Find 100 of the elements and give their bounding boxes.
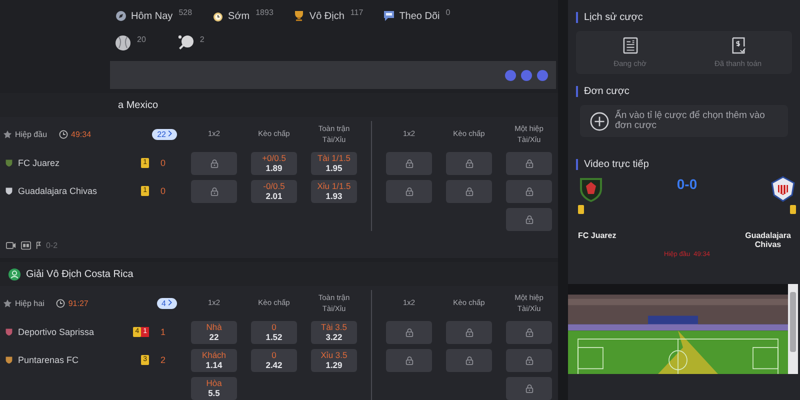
locked-odds-button[interactable] <box>386 180 432 202</box>
locked-odds-button[interactable] <box>506 152 552 174</box>
team-crest-icon <box>5 328 13 336</box>
clock-icon <box>59 130 68 138</box>
receipt-icon[interactable] <box>622 37 638 54</box>
chat-icon <box>383 10 396 22</box>
team-name: FC Juarez <box>578 231 618 240</box>
star-icon[interactable] <box>3 298 12 308</box>
team-score: 2 <box>159 355 166 365</box>
scrollbar[interactable] <box>788 284 798 374</box>
match-period: Hiệp đầu <box>15 130 48 138</box>
section-title: Lịch sử cược <box>576 12 792 23</box>
odds-button[interactable]: 0 1.52 <box>251 320 297 344</box>
count: 20 <box>137 35 146 44</box>
team-score: 0 <box>159 158 166 168</box>
nav-tab[interactable]: Hôm Nay <box>131 8 173 22</box>
alarm-clock-icon <box>212 10 224 22</box>
lock-icon <box>524 214 534 224</box>
nav-tab[interactable]: Sớm <box>228 8 250 22</box>
league-name[interactable]: Giải Vô Địch Costa Rica <box>26 268 134 280</box>
odds-button[interactable]: Khách 1.14 <box>191 348 237 372</box>
section-title: Video trực tiếp <box>576 159 792 170</box>
locked-odds-button[interactable] <box>191 180 237 202</box>
lock-icon <box>404 356 414 364</box>
chevron-right-icon <box>168 130 172 136</box>
locked-odds-button[interactable] <box>506 208 552 230</box>
locked-odds-button[interactable] <box>446 348 492 372</box>
lock-icon <box>524 356 534 364</box>
locked-odds-button[interactable] <box>446 180 492 202</box>
more-markets-button[interactable]: 4 <box>156 298 177 308</box>
locked-odds-button[interactable] <box>386 320 432 344</box>
star-icon[interactable] <box>3 130 12 138</box>
booking-card-icon <box>578 205 584 214</box>
add-icon[interactable] <box>590 112 609 130</box>
locked-odds-button[interactable] <box>506 376 552 400</box>
team-score: 0 <box>159 186 166 196</box>
count: 2 <box>200 35 204 44</box>
count: 117 <box>350 8 364 17</box>
nav-tab[interactable]: Vô Địch <box>309 8 344 22</box>
tennis-ball-icon[interactable] <box>115 35 131 52</box>
count: 1893 <box>256 8 274 17</box>
bet-slip-hint: Ấn vào tỉ lệ cược để chọn thêm vào đơn cược <box>615 111 766 131</box>
booking-card-icon <box>790 205 796 214</box>
lock-icon <box>210 186 218 196</box>
team-score: 1 <box>159 327 166 337</box>
locked-odds-button[interactable] <box>446 152 492 174</box>
table-tennis-icon[interactable] <box>178 35 194 52</box>
odds-button[interactable]: Xỉu 3.5 1.29 <box>311 348 357 372</box>
team-name: Puntarenas FC <box>18 355 79 365</box>
team-crest-icon <box>770 176 796 202</box>
lock-icon <box>524 186 534 196</box>
team-name: Guadalajara Chivas <box>744 231 792 249</box>
locked-odds-button[interactable] <box>506 180 552 202</box>
lock-icon <box>464 356 474 364</box>
league-crest-icon <box>8 268 21 280</box>
match-clock: 49:34 <box>71 130 92 138</box>
lock-icon <box>464 186 474 196</box>
odds-button[interactable]: Xỉu 1/1.5 1.93 <box>311 180 357 202</box>
count: 528 <box>178 8 192 17</box>
match-period: Hiệp hai <box>15 298 44 308</box>
locked-odds-button[interactable] <box>386 152 432 174</box>
lock-icon <box>404 186 414 196</box>
locked-odds-button[interactable] <box>191 152 237 174</box>
odds-button[interactable]: Hòa 5.5 <box>191 376 237 400</box>
lock-icon <box>464 158 474 168</box>
odds-button[interactable]: Tài 1/1.5 1.95 <box>311 152 357 174</box>
locked-odds-button[interactable] <box>506 320 552 344</box>
corner-flag-icon <box>36 241 41 250</box>
league-name[interactable]: a Mexico <box>118 100 158 110</box>
paid-document-icon[interactable] <box>730 37 746 54</box>
lock-icon <box>404 328 414 336</box>
scoreboard-icon[interactable] <box>21 241 31 250</box>
odds-button[interactable]: Nhà 22 <box>191 320 237 344</box>
lock-icon <box>524 328 534 336</box>
odds-button[interactable]: 0 2.42 <box>251 348 297 372</box>
lock-icon <box>404 158 414 168</box>
lock-icon <box>524 158 534 168</box>
trophy-icon <box>293 10 306 22</box>
odds-button[interactable]: Tài 3.5 3.22 <box>311 320 357 344</box>
nav-tab[interactable]: Theo Dõi <box>399 8 440 22</box>
team-crest-icon <box>5 356 13 364</box>
team-name: Deportivo Saprissa <box>18 327 94 337</box>
locked-odds-button[interactable] <box>386 348 432 372</box>
compass-icon <box>115 10 127 22</box>
video-camera-icon[interactable] <box>6 241 16 250</box>
locked-odds-button[interactable] <box>506 348 552 372</box>
team-crest-icon <box>5 159 13 167</box>
team-crest-icon <box>5 187 13 195</box>
live-score: 0-0 <box>676 176 698 192</box>
section-title: Đơn cược <box>576 86 792 97</box>
more-markets-button[interactable]: 22 <box>152 128 177 140</box>
odds-button[interactable]: +0/0.5 1.89 <box>251 152 297 174</box>
clock-icon <box>56 298 66 308</box>
locked-odds-button[interactable] <box>446 320 492 344</box>
corner-score: 0-2 <box>46 241 58 250</box>
team-crest-icon <box>578 176 604 202</box>
match-clock: 91:27 <box>68 298 88 308</box>
odds-button[interactable]: -0/0.5 2.01 <box>251 180 297 202</box>
team-name: FC Juarez <box>18 158 60 168</box>
chevron-right-icon <box>168 298 172 306</box>
